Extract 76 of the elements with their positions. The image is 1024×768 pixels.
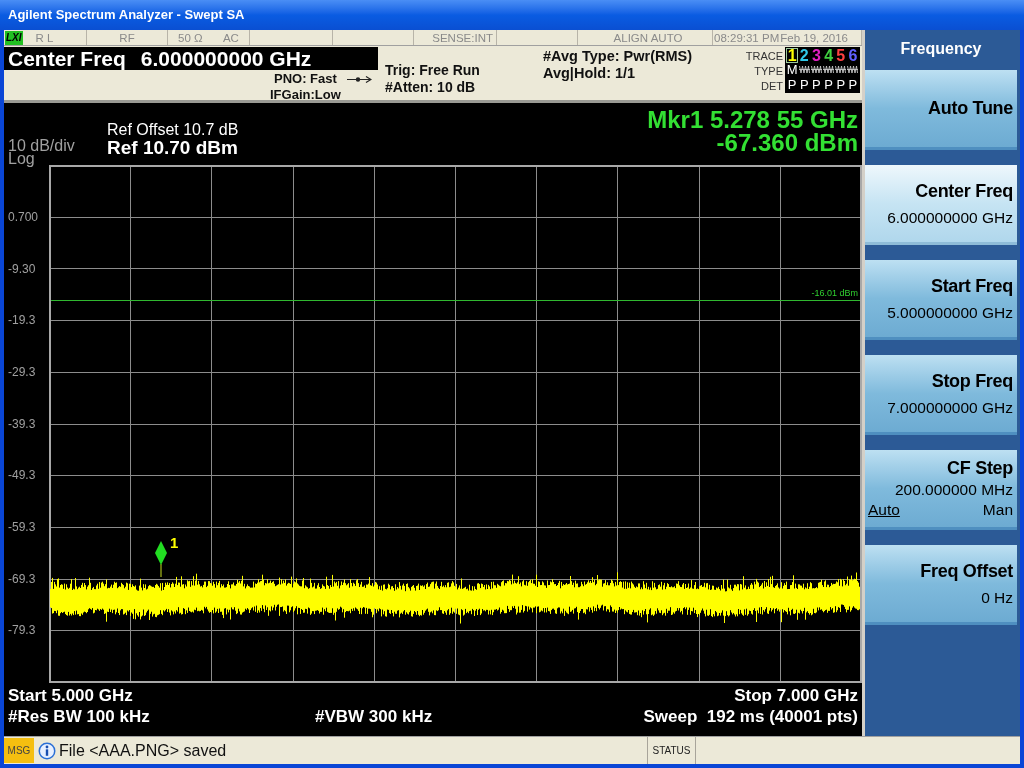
setting-text: IFGain:Low xyxy=(270,87,341,103)
scale-type-label: Log xyxy=(8,152,35,165)
setting-text: PNO: Fast xyxy=(273,71,337,87)
start-frequency: Start 5.000 GHz xyxy=(8,685,133,706)
waveform-icon xyxy=(847,65,859,75)
trace-detector: P xyxy=(836,77,846,92)
softkey[interactable]: Stop Freq 7.000000000 GHz xyxy=(865,355,1017,435)
status-text: ALIGN AUTO xyxy=(613,30,683,45)
display-line-label: -16.01 dBm xyxy=(811,288,858,298)
menu-title: Frequency xyxy=(900,38,982,59)
status-label: STATUS xyxy=(647,737,696,764)
trace-row-label: DET xyxy=(761,79,783,94)
softkey[interactable]: Center Freq 6.000000000 GHz xyxy=(865,165,1017,245)
setting-text: Trig: Free Run xyxy=(385,62,481,79)
message-tag: MSG xyxy=(4,738,34,763)
trace-number[interactable]: 1 xyxy=(787,48,797,62)
axis-label: -59.3 xyxy=(8,519,36,534)
setting-text: #Atten: 10 dB xyxy=(385,79,477,96)
axis-label: -79.3 xyxy=(8,623,36,638)
status-text: 08:29:31 PM xyxy=(714,30,780,45)
trace-row-label: TRACE xyxy=(745,49,783,64)
trace-number[interactable]: 5 xyxy=(836,48,846,62)
message-text: File <AAA.PNG> saved xyxy=(59,740,228,761)
setting-text: #Avg Type: Pwr(RMS) xyxy=(543,48,694,65)
softkey[interactable]: Auto Tune xyxy=(865,70,1017,150)
scale-label: 10 dB/div xyxy=(8,139,76,152)
softkey[interactable]: Start Freq 5.000000000 GHz xyxy=(865,260,1017,340)
axis-label: -29.3 xyxy=(8,364,36,379)
trace-detector: P xyxy=(787,77,797,92)
status-text: Feb 19, 2016 xyxy=(780,30,848,45)
waveform-icon xyxy=(810,65,822,75)
waveform-icon xyxy=(835,65,847,75)
sweep-label: Sweep 192 ms (40001 pts) xyxy=(643,706,858,728)
diamond-marker-icon[interactable] xyxy=(155,541,167,578)
trace-number[interactable]: 3 xyxy=(811,48,821,62)
waveform-icon xyxy=(798,65,810,75)
status-text: 50 Ω xyxy=(178,30,203,45)
arrow-icon xyxy=(346,76,372,83)
axis-label: -9.30 xyxy=(8,261,36,276)
axis-label: -49.3 xyxy=(8,468,36,483)
trace-number[interactable]: 6 xyxy=(848,48,858,62)
trace-number[interactable]: 4 xyxy=(824,48,834,62)
marker-label: 1 xyxy=(170,534,179,551)
softkey-option: Man xyxy=(982,500,1013,519)
status-text: AC xyxy=(222,30,239,45)
waveform-icon xyxy=(823,65,835,75)
trace-number[interactable]: 2 xyxy=(799,48,809,62)
marker-frequency: Mkr1 5.278 55 GHz xyxy=(647,108,858,131)
logo-badge: LXI xyxy=(5,30,23,45)
status-text: SENSE:INT xyxy=(432,30,493,45)
axis-label: -69.3 xyxy=(8,571,36,586)
info-icon xyxy=(38,741,56,760)
status-text: R L xyxy=(35,30,54,45)
stop-frequency: Stop 7.000 GHz xyxy=(734,685,858,706)
trace-row-label: TYPE xyxy=(754,64,783,79)
status-text: RF xyxy=(119,30,135,45)
softkey[interactable]: Freq Offset 0 Hz xyxy=(865,545,1017,625)
res-bw-label: #Res BW 100 kHz xyxy=(8,706,151,728)
ref-offset-label: Ref Offset 10.7 dB xyxy=(107,122,239,138)
active-function-label: Center Freq xyxy=(8,47,126,70)
ref-level-label: Ref 10.70 dBm xyxy=(107,138,239,158)
trace-detector: P xyxy=(799,77,809,92)
setting-text: Avg|Hold: 1/1 xyxy=(543,65,637,82)
softkey-option: Auto xyxy=(868,500,900,519)
trace-detector: P xyxy=(848,77,858,92)
axis-label: 0.700 xyxy=(8,209,39,224)
trace-detector: P xyxy=(824,77,833,92)
trace-type: M xyxy=(786,63,798,77)
axis-label: -39.3 xyxy=(8,416,36,431)
vbw-label: #VBW 300 kHz xyxy=(315,706,433,728)
axis-label: -19.3 xyxy=(8,313,36,328)
active-function-value: 6.000000000 GHz xyxy=(140,47,312,70)
marker-amplitude: -67.360 dBm xyxy=(716,131,858,154)
softkey[interactable]: CF Step 200.000000 MHz Auto Man xyxy=(865,450,1017,530)
window-title: Agilent Spectrum Analyzer - Swept SA xyxy=(8,6,245,25)
trace-detector: P xyxy=(812,77,821,92)
